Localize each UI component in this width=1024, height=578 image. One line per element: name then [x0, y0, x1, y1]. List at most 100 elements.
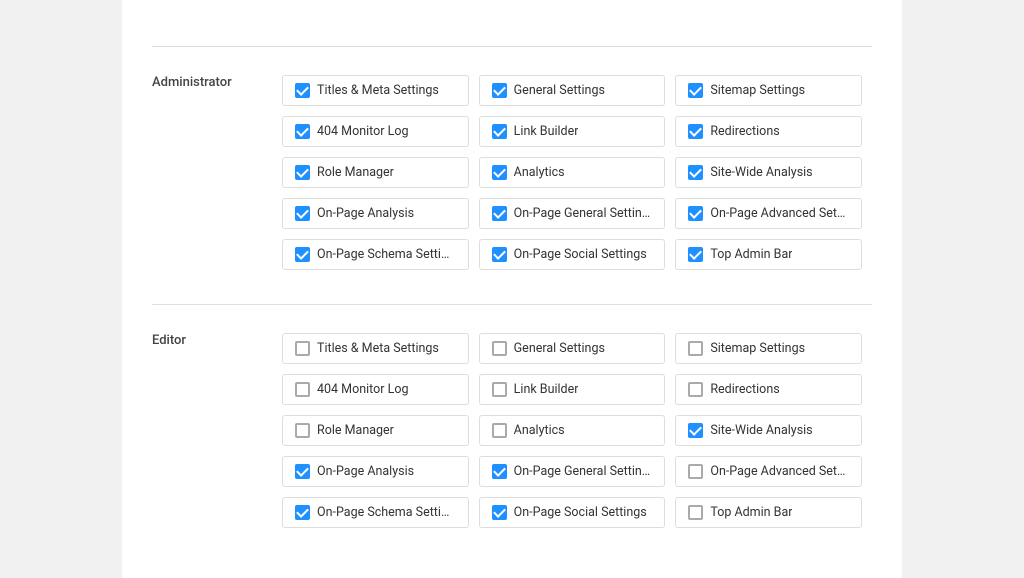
checkbox-label-admin-on-page-advanced: On-Page Advanced Settings [710, 206, 849, 221]
checkbox-label-editor-top-admin-bar: Top Admin Bar [710, 505, 792, 520]
checkbox-editor-redirections[interactable] [688, 382, 703, 397]
checkbox-item-admin-link-builder[interactable]: Link Builder [479, 116, 666, 147]
checkbox-item-admin-on-page-general[interactable]: On-Page General Settings [479, 198, 666, 229]
checkbox-item-editor-on-page-social[interactable]: On-Page Social Settings [479, 497, 666, 528]
section-content-administrator: Titles & Meta Settings General Settings Si… [282, 75, 862, 280]
checkbox-editor-404-monitor[interactable] [295, 382, 310, 397]
checkbox-label-editor-on-page-social: On-Page Social Settings [514, 505, 647, 520]
section-row-editor-1: 404 Monitor Log Link Builder Redirections [282, 374, 862, 405]
checkbox-label-admin-on-page-analysis: On-Page Analysis [317, 206, 414, 221]
checkbox-item-editor-analytics[interactable]: Analytics [479, 415, 666, 446]
checkbox-item-admin-on-page-schema[interactable]: On-Page Schema Settings [282, 239, 469, 270]
checkbox-item-editor-redirections[interactable]: Redirections [675, 374, 862, 405]
checkbox-item-admin-analytics[interactable]: Analytics [479, 157, 666, 188]
section-row-editor-0: Titles & Meta Settings General Settings Si… [282, 333, 862, 364]
checkbox-label-admin-redirections: Redirections [710, 124, 779, 139]
checkbox-label-editor-general-settings: General Settings [514, 341, 605, 356]
checkbox-editor-top-admin-bar[interactable] [688, 505, 703, 520]
checkbox-editor-titles-meta[interactable] [295, 341, 310, 356]
section-editor: EditorTitles & Meta Settings General Sett… [152, 333, 872, 538]
checkbox-item-editor-link-builder[interactable]: Link Builder [479, 374, 666, 405]
checkbox-admin-redirections[interactable] [688, 124, 703, 139]
checkbox-item-editor-on-page-general[interactable]: On-Page General Settings [479, 456, 666, 487]
checkbox-label-admin-analytics: Analytics [514, 165, 565, 180]
checkbox-label-admin-on-page-schema: On-Page Schema Settings [317, 247, 456, 262]
page-header [152, 30, 872, 47]
checkbox-item-admin-general-settings[interactable]: General Settings [479, 75, 666, 106]
checkbox-admin-sitemap-settings[interactable] [688, 83, 703, 98]
checkbox-item-admin-on-page-social[interactable]: On-Page Social Settings [479, 239, 666, 270]
checkbox-label-editor-on-page-general: On-Page General Settings [514, 464, 653, 479]
checkbox-label-admin-404-monitor: 404 Monitor Log [317, 124, 408, 139]
checkbox-item-editor-on-page-schema[interactable]: On-Page Schema Settings [282, 497, 469, 528]
checkbox-item-admin-site-wide[interactable]: Site-Wide Analysis [675, 157, 862, 188]
checkbox-label-editor-analytics: Analytics [514, 423, 565, 438]
checkbox-label-admin-role-manager: Role Manager [317, 165, 394, 180]
checkbox-item-admin-sitemap-settings[interactable]: Sitemap Settings [675, 75, 862, 106]
checkbox-label-admin-on-page-social: On-Page Social Settings [514, 247, 647, 262]
section-row-administrator-2: Role Manager Analytics Site-Wide Analysis [282, 157, 862, 188]
checkbox-admin-on-page-schema[interactable] [295, 247, 310, 262]
checkbox-editor-general-settings[interactable] [492, 341, 507, 356]
checkbox-label-admin-site-wide: Site-Wide Analysis [710, 165, 812, 180]
checkbox-admin-role-manager[interactable] [295, 165, 310, 180]
checkbox-admin-top-admin-bar[interactable] [688, 247, 703, 262]
checkbox-item-editor-404-monitor[interactable]: 404 Monitor Log [282, 374, 469, 405]
checkbox-label-editor-sitemap-settings: Sitemap Settings [710, 341, 805, 356]
checkbox-editor-role-manager[interactable] [295, 423, 310, 438]
checkbox-label-editor-on-page-analysis: On-Page Analysis [317, 464, 414, 479]
checkbox-admin-on-page-analysis[interactable] [295, 206, 310, 221]
checkbox-item-editor-top-admin-bar[interactable]: Top Admin Bar [675, 497, 862, 528]
checkbox-admin-link-builder[interactable] [492, 124, 507, 139]
section-row-editor-2: Role Manager Analytics Site-Wide Analysis [282, 415, 862, 446]
checkbox-editor-sitemap-settings[interactable] [688, 341, 703, 356]
checkbox-admin-on-page-social[interactable] [492, 247, 507, 262]
checkbox-editor-on-page-schema[interactable] [295, 505, 310, 520]
section-label-administrator: Administrator [152, 75, 282, 90]
section-divider [152, 304, 872, 305]
checkbox-item-admin-on-page-analysis[interactable]: On-Page Analysis [282, 198, 469, 229]
checkbox-admin-on-page-general[interactable] [492, 206, 507, 221]
checkbox-item-editor-general-settings[interactable]: General Settings [479, 333, 666, 364]
section-row-administrator-1: 404 Monitor Log Link Builder Redirections [282, 116, 862, 147]
checkbox-item-admin-role-manager[interactable]: Role Manager [282, 157, 469, 188]
checkbox-label-editor-site-wide: Site-Wide Analysis [710, 423, 812, 438]
checkbox-item-admin-on-page-advanced[interactable]: On-Page Advanced Settings [675, 198, 862, 229]
checkbox-editor-link-builder[interactable] [492, 382, 507, 397]
checkbox-admin-titles-meta[interactable] [295, 83, 310, 98]
checkbox-item-admin-redirections[interactable]: Redirections [675, 116, 862, 147]
checkbox-editor-on-page-advanced[interactable] [688, 464, 703, 479]
checkbox-label-admin-on-page-general: On-Page General Settings [514, 206, 653, 221]
checkbox-item-editor-sitemap-settings[interactable]: Sitemap Settings [675, 333, 862, 364]
checkbox-editor-analytics[interactable] [492, 423, 507, 438]
checkbox-admin-404-monitor[interactable] [295, 124, 310, 139]
checkbox-item-admin-top-admin-bar[interactable]: Top Admin Bar [675, 239, 862, 270]
checkbox-admin-site-wide[interactable] [688, 165, 703, 180]
checkbox-admin-general-settings[interactable] [492, 83, 507, 98]
checkbox-label-admin-general-settings: General Settings [514, 83, 605, 98]
checkbox-label-admin-titles-meta: Titles & Meta Settings [317, 83, 439, 98]
checkbox-item-editor-on-page-analysis[interactable]: On-Page Analysis [282, 456, 469, 487]
checkbox-item-admin-404-monitor[interactable]: 404 Monitor Log [282, 116, 469, 147]
checkbox-label-admin-link-builder: Link Builder [514, 124, 579, 139]
checkbox-editor-on-page-analysis[interactable] [295, 464, 310, 479]
section-row-administrator-0: Titles & Meta Settings General Settings Si… [282, 75, 862, 106]
checkbox-item-editor-role-manager[interactable]: Role Manager [282, 415, 469, 446]
checkbox-editor-site-wide[interactable] [688, 423, 703, 438]
checkbox-item-editor-on-page-advanced[interactable]: On-Page Advanced Settings [675, 456, 862, 487]
checkbox-item-editor-titles-meta[interactable]: Titles & Meta Settings [282, 333, 469, 364]
section-row-administrator-3: On-Page Analysis On-Page General Settings… [282, 198, 862, 229]
section-administrator: Administrator Titles & Meta Settings Gener… [152, 75, 872, 280]
section-content-editor: Titles & Meta Settings General Settings Si… [282, 333, 862, 538]
checkbox-label-editor-on-page-advanced: On-Page Advanced Settings [710, 464, 849, 479]
checkbox-item-admin-titles-meta[interactable]: Titles & Meta Settings [282, 75, 469, 106]
page-wrapper: Administrator Titles & Meta Settings Gener… [122, 0, 902, 578]
checkbox-editor-on-page-social[interactable] [492, 505, 507, 520]
checkbox-editor-on-page-general[interactable] [492, 464, 507, 479]
checkbox-item-editor-site-wide[interactable]: Site-Wide Analysis [675, 415, 862, 446]
section-row-administrator-4: On-Page Schema Settings On-Page Social Se… [282, 239, 862, 270]
checkbox-admin-on-page-advanced[interactable] [688, 206, 703, 221]
section-label-editor: Editor [152, 333, 282, 348]
checkbox-admin-analytics[interactable] [492, 165, 507, 180]
section-row-editor-3: On-Page Analysis On-Page General Settings… [282, 456, 862, 487]
